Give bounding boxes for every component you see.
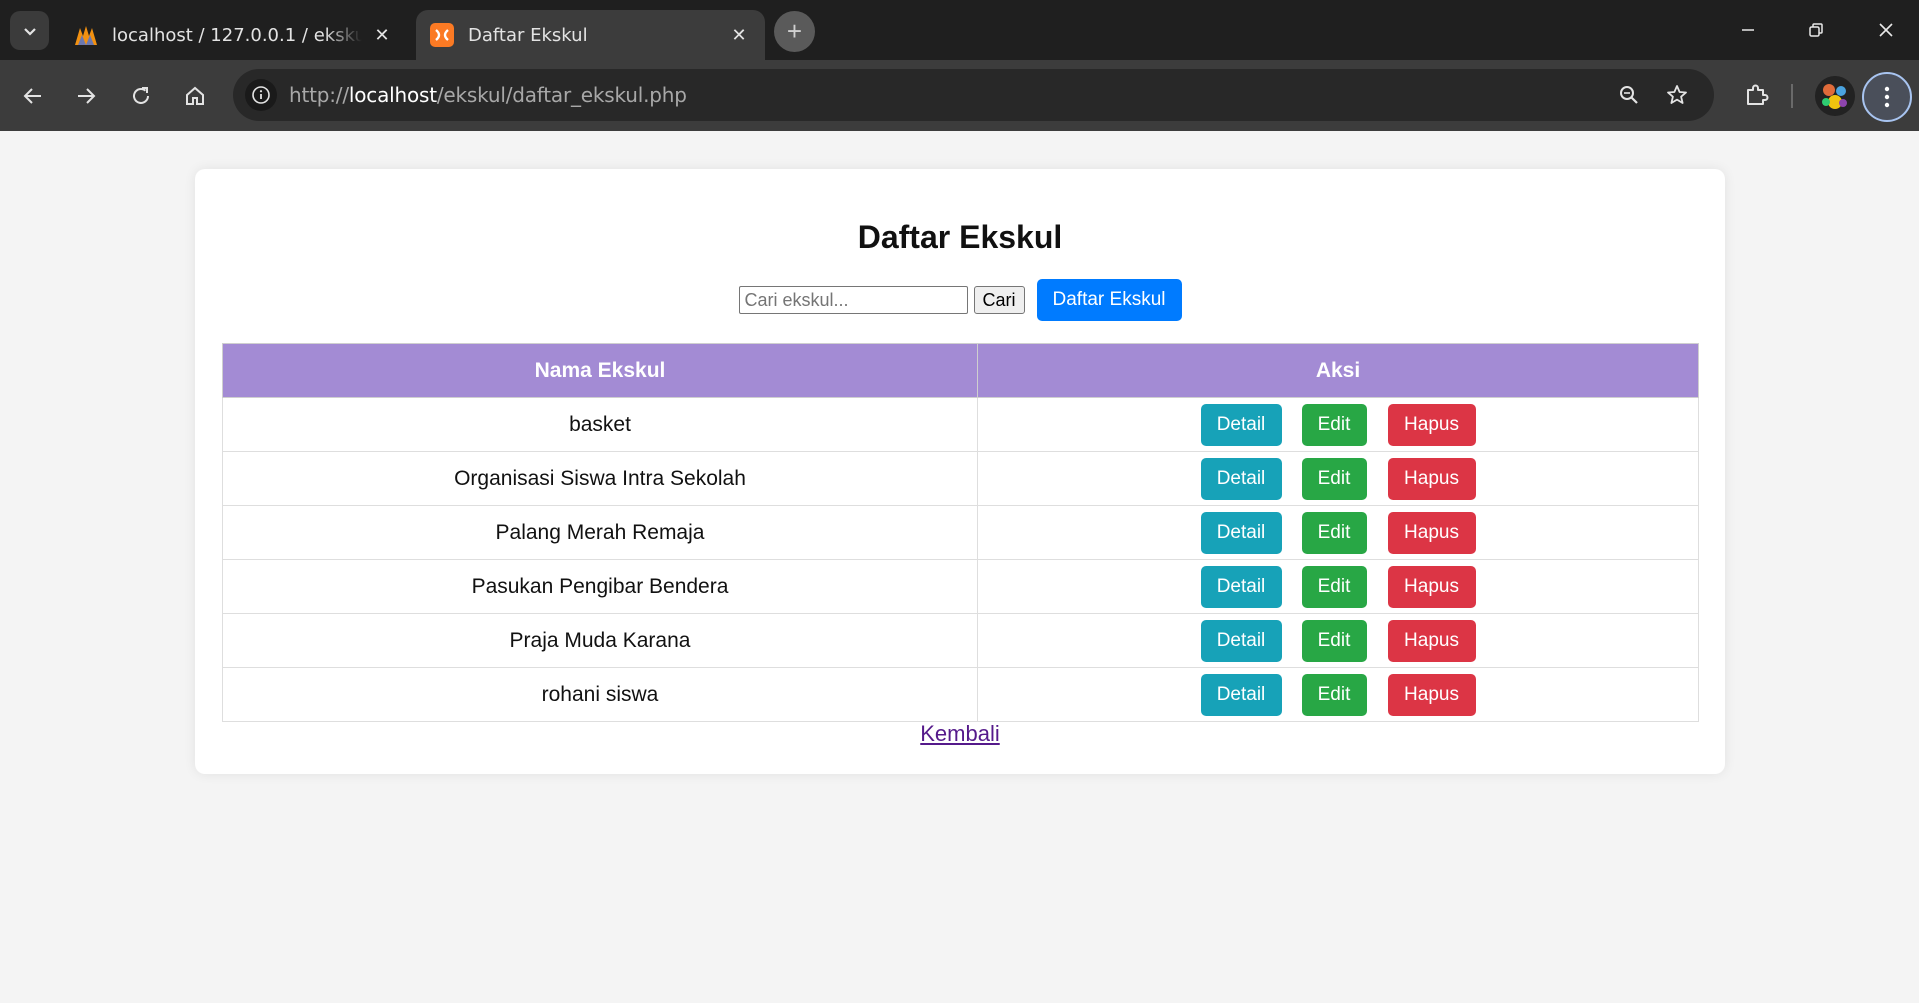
detail-button[interactable]: Detail: [1200, 511, 1282, 554]
bookmark-star-icon[interactable]: [1663, 81, 1691, 109]
tab-title: Daftar Ekskul: [468, 24, 588, 46]
phpmyadmin-icon: [74, 23, 98, 47]
url-path: /ekskul/daftar_ekskul.php: [436, 83, 687, 107]
actions-cell: Detail Edit Hapus: [977, 559, 1699, 614]
url-text[interactable]: http://localhost/ekskul/daftar_ekskul.ph…: [289, 83, 687, 107]
table-row: rohani siswa Detail Edit Hapus: [222, 667, 1699, 722]
table-body: basket Detail Edit Hapus Organisasi Sisw…: [222, 397, 1699, 722]
daftar-ekskul-button[interactable]: Daftar Ekskul: [1036, 279, 1182, 321]
close-icon[interactable]: ✕: [727, 23, 751, 47]
ekskul-table: Nama Ekskul Aksi basket Detail Edit Hapu…: [222, 343, 1699, 722]
page-title: Daftar Ekskul: [857, 219, 1063, 255]
search-form: Cari Daftar Ekskul: [195, 279, 1725, 321]
delete-button[interactable]: Hapus: [1387, 403, 1476, 446]
address-bar[interactable]: http://localhost/ekskul/daftar_ekskul.ph…: [233, 69, 1714, 121]
search-button[interactable]: Cari: [973, 286, 1025, 314]
browser-tab-bar: localhost / 127.0.0.1 / ekskul | phpMyAd…: [0, 0, 1919, 60]
actions-cell: Detail Edit Hapus: [977, 397, 1699, 452]
ekskul-name-cell: Pasukan Pengibar Bendera: [222, 559, 978, 614]
detail-button[interactable]: Detail: [1200, 673, 1282, 716]
tab-title: localhost / 127.0.0.1 / ekskul | phpMyAd…: [112, 24, 362, 46]
ekskul-name-cell: basket: [222, 397, 978, 452]
detail-button[interactable]: Detail: [1200, 457, 1282, 500]
edit-button[interactable]: Edit: [1301, 565, 1367, 608]
zoom-icon[interactable]: [1615, 81, 1643, 109]
tab-search-button[interactable]: [10, 11, 49, 50]
forward-button[interactable]: [68, 78, 104, 114]
search-input[interactable]: [738, 286, 968, 314]
edit-button[interactable]: Edit: [1301, 403, 1367, 446]
tab-daftar-ekskul[interactable]: Daftar Ekskul ✕: [416, 10, 765, 60]
delete-button[interactable]: Hapus: [1387, 565, 1476, 608]
back-link-container: Kembali: [195, 721, 1725, 747]
minimize-icon: [1742, 29, 1754, 31]
column-header-nama: Nama Ekskul: [222, 343, 978, 398]
edit-button[interactable]: Edit: [1301, 673, 1367, 716]
chevron-down-icon: [23, 27, 36, 36]
detail-button[interactable]: Detail: [1200, 403, 1282, 446]
arrow-right-icon: [78, 88, 96, 104]
delete-button[interactable]: Hapus: [1387, 619, 1476, 662]
column-header-aksi: Aksi: [977, 343, 1699, 398]
table-row: Praja Muda Karana Detail Edit Hapus: [222, 613, 1699, 668]
edit-button[interactable]: Edit: [1301, 457, 1367, 500]
new-tab-button[interactable]: +: [774, 11, 815, 52]
actions-cell: Detail Edit Hapus: [977, 667, 1699, 722]
url-host: localhost: [348, 83, 437, 107]
url-scheme: http://: [289, 83, 349, 107]
detail-button[interactable]: Detail: [1200, 565, 1282, 608]
window-close-button[interactable]: [1862, 10, 1910, 50]
reload-icon: [133, 87, 149, 104]
browser-toolbar: http://localhost/ekskul/daftar_ekskul.ph…: [0, 60, 1919, 131]
arrow-left-icon: [23, 88, 41, 104]
xampp-icon: [430, 23, 454, 47]
close-icon[interactable]: ✕: [370, 23, 394, 47]
delete-button[interactable]: Hapus: [1387, 673, 1476, 716]
home-icon: [186, 86, 204, 105]
actions-cell: Detail Edit Hapus: [977, 505, 1699, 560]
profile-avatar[interactable]: [1815, 76, 1855, 116]
site-info-icon[interactable]: [245, 79, 277, 111]
detail-button[interactable]: Detail: [1200, 619, 1282, 662]
ekskul-name-cell: rohani siswa: [222, 667, 978, 722]
ekskul-name-cell: Palang Merah Remaja: [222, 505, 978, 560]
table-row: Pasukan Pengibar Bendera Detail Edit Hap…: [222, 559, 1699, 614]
restore-icon: [1809, 23, 1823, 37]
extensions-puzzle-icon[interactable]: [1738, 77, 1774, 113]
actions-cell: Detail Edit Hapus: [977, 451, 1699, 506]
restore-button[interactable]: [1792, 10, 1840, 50]
table-header-row: Nama Ekskul Aksi: [222, 343, 1699, 398]
toolbar-divider: [1791, 84, 1793, 108]
edit-button[interactable]: Edit: [1301, 619, 1367, 662]
table-row: Palang Merah Remaja Detail Edit Hapus: [222, 505, 1699, 560]
minimize-button[interactable]: [1724, 10, 1772, 50]
table-row: Organisasi Siswa Intra Sekolah Detail Ed…: [222, 451, 1699, 506]
ekskul-name-cell: Praja Muda Karana: [222, 613, 978, 668]
page-viewport: Daftar Ekskul Cari Daftar Ekskul Nama Ek…: [0, 131, 1919, 1003]
edit-button[interactable]: Edit: [1301, 511, 1367, 554]
close-icon: [1879, 23, 1893, 37]
more-vertical-icon: [1884, 86, 1890, 108]
tab-phpmyadmin[interactable]: localhost / 127.0.0.1 / ekskul | phpMyAd…: [60, 10, 408, 60]
delete-button[interactable]: Hapus: [1387, 511, 1476, 554]
delete-button[interactable]: Hapus: [1387, 457, 1476, 500]
table-row: basket Detail Edit Hapus: [222, 397, 1699, 452]
ekskul-name-cell: Organisasi Siswa Intra Sekolah: [222, 451, 978, 506]
content-card: Daftar Ekskul Cari Daftar Ekskul Nama Ek…: [195, 169, 1725, 774]
browser-menu-button[interactable]: [1862, 72, 1912, 122]
home-button[interactable]: [177, 78, 213, 114]
back-button[interactable]: [15, 78, 51, 114]
actions-cell: Detail Edit Hapus: [977, 613, 1699, 668]
kembali-link[interactable]: Kembali: [920, 721, 999, 746]
reload-button[interactable]: [123, 78, 159, 114]
